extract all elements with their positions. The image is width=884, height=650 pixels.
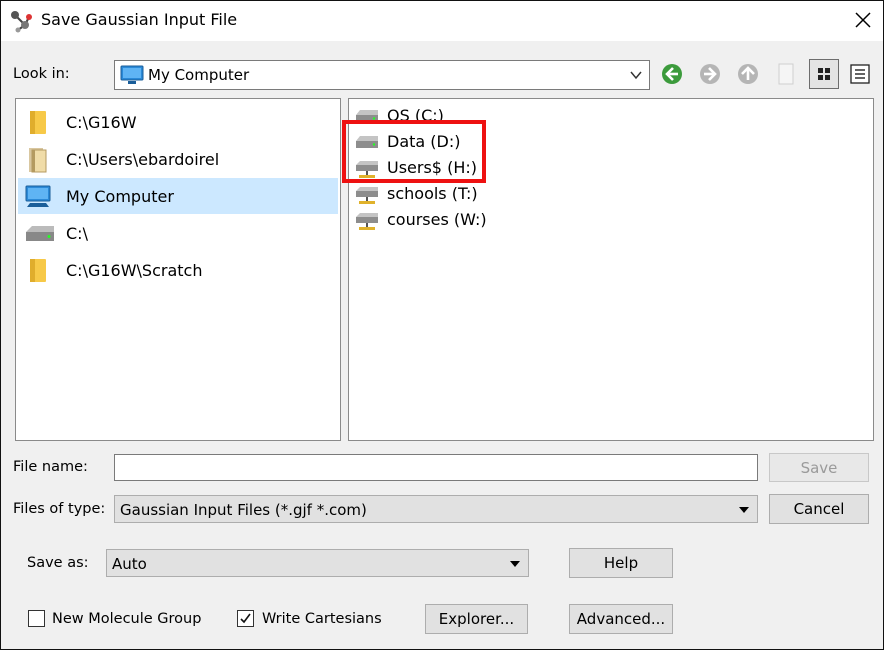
save-as-value: Auto	[112, 555, 147, 573]
sidebar-item-label: C:\G16W\Scratch	[66, 261, 203, 280]
sidebar-item-c-drive[interactable]: C:\	[18, 215, 338, 251]
files-of-type-select[interactable]: Gaussian Input Files (*.gjf *.com)	[114, 495, 758, 523]
user-folder-icon	[24, 145, 52, 173]
cancel-button[interactable]: Cancel	[769, 494, 869, 524]
up-arrow-icon	[738, 64, 758, 84]
close-icon	[855, 12, 871, 28]
list-view-icon	[818, 68, 830, 80]
chevron-down-icon	[629, 68, 643, 86]
save-button[interactable]: Save	[769, 453, 869, 482]
computer-icon	[24, 182, 52, 210]
drive-icon	[24, 219, 54, 247]
title-bar: Save Gaussian Input File	[1, 1, 883, 41]
new-molecule-group-checkbox[interactable]	[28, 610, 45, 627]
files-of-type-value: Gaussian Input Files (*.gjf *.com)	[120, 501, 367, 519]
dropdown-arrow-icon	[739, 507, 749, 513]
look-in-value: My Computer	[148, 66, 250, 84]
write-cartesians-label: Write Cartesians	[262, 611, 382, 627]
drive-label: schools (T:)	[387, 184, 478, 203]
back-button[interactable]	[657, 59, 687, 89]
save-dialog: Save Gaussian Input File Look in: My Com…	[0, 0, 884, 650]
sidebar-item-label: C:\G16W	[66, 113, 137, 132]
places-sidebar: C:\G16W C:\Users\ebardoirel My Computer …	[15, 98, 341, 441]
back-arrow-icon	[662, 64, 682, 84]
forward-button[interactable]	[695, 59, 725, 89]
file-name-input[interactable]	[114, 454, 758, 481]
window-title: Save Gaussian Input File	[41, 10, 238, 29]
folder-icon	[24, 108, 52, 136]
gaussview-app-icon	[9, 9, 33, 33]
sidebar-item-label: C:\Users\ebardoirel	[66, 150, 220, 169]
close-button[interactable]	[849, 6, 877, 34]
annotation-highlight-box	[342, 120, 486, 183]
sidebar-item-label: C:\	[66, 224, 88, 243]
help-button[interactable]: Help	[569, 548, 673, 578]
save-as-label: Save as:	[27, 555, 89, 571]
look-in-label: Look in:	[13, 66, 70, 82]
sidebar-item-user-folder[interactable]: C:\Users\ebardoirel	[18, 141, 338, 177]
network-drive-icon	[355, 185, 379, 204]
new-molecule-group-label: New Molecule Group	[52, 611, 202, 627]
checkmark-icon	[240, 613, 251, 624]
new-folder-button[interactable]	[771, 59, 801, 89]
sidebar-item-label: My Computer	[66, 187, 174, 206]
sidebar-item-my-computer[interactable]: My Computer	[18, 178, 338, 214]
details-view-icon	[850, 64, 870, 84]
list-view-button[interactable]	[809, 59, 839, 89]
write-cartesians-checkbox[interactable]	[237, 610, 254, 627]
sidebar-item-g16w[interactable]: C:\G16W	[18, 104, 338, 140]
files-of-type-label: Files of type:	[13, 501, 106, 517]
forward-arrow-icon	[700, 64, 720, 84]
new-folder-icon	[778, 63, 794, 85]
save-as-select[interactable]: Auto	[106, 549, 529, 577]
sidebar-item-scratch[interactable]: C:\G16W\Scratch	[18, 252, 338, 288]
drive-label: courses (W:)	[387, 210, 487, 229]
dropdown-arrow-icon	[510, 561, 520, 567]
look-in-combobox[interactable]: My Computer	[114, 60, 650, 90]
folder-icon	[24, 256, 52, 284]
advanced-button[interactable]: Advanced...	[569, 604, 673, 634]
up-button[interactable]	[733, 59, 763, 89]
explorer-button[interactable]: Explorer...	[425, 604, 528, 634]
details-view-button[interactable]	[845, 59, 875, 89]
file-name-label: File name:	[13, 459, 88, 475]
computer-icon	[120, 65, 144, 89]
network-drive-icon	[355, 211, 379, 230]
